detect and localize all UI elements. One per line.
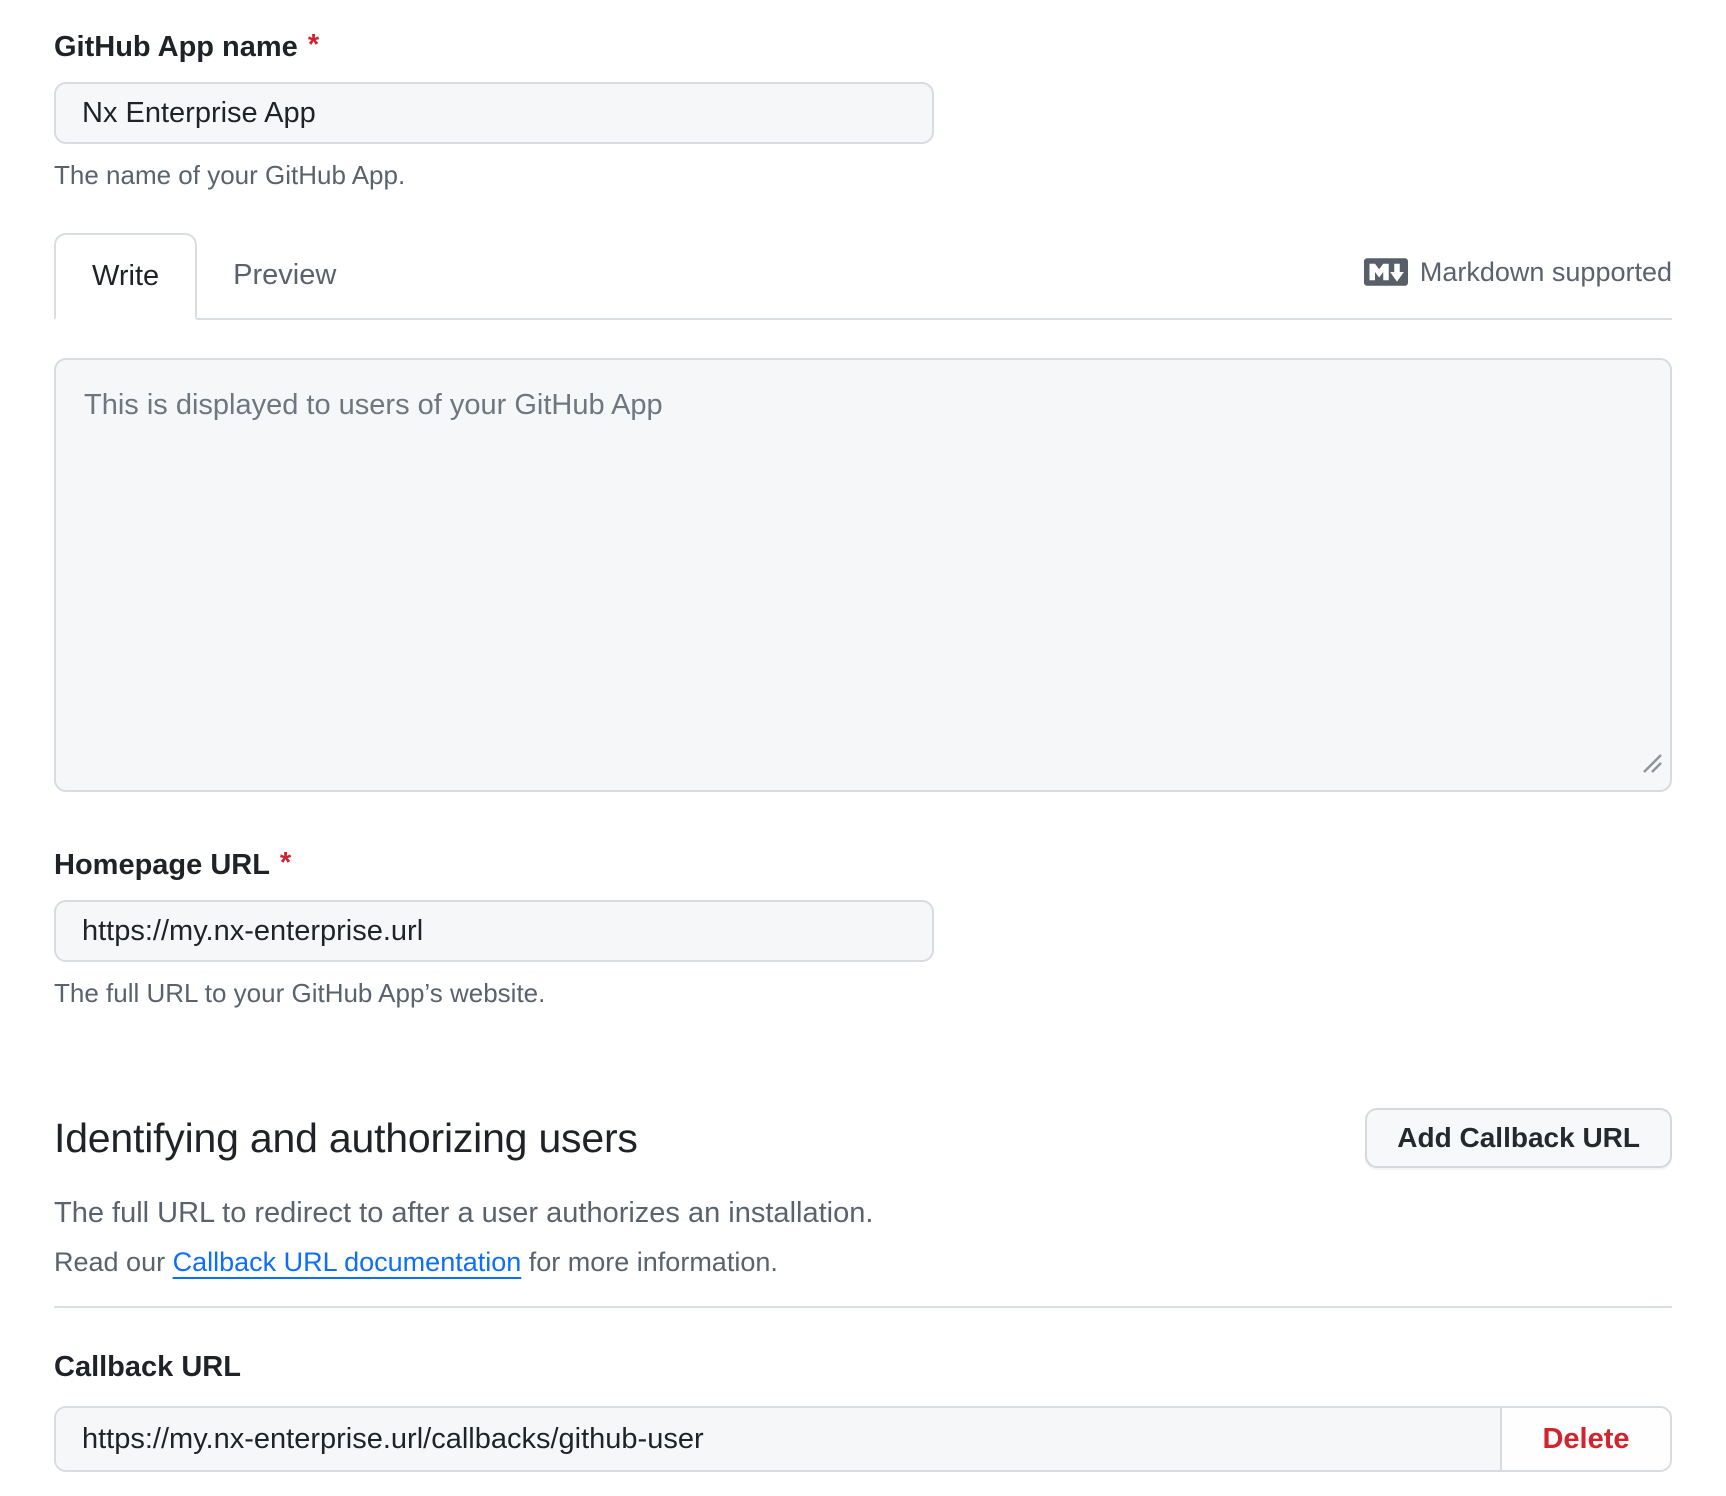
app-name-field: GitHub App name * The name of your GitHu…	[54, 30, 1672, 190]
section-divider	[54, 1306, 1672, 1308]
homepage-url-label: Homepage URL *	[54, 848, 1672, 882]
authorization-description: The full URL to redirect to after a user…	[54, 1196, 1672, 1230]
required-asterisk: *	[308, 30, 319, 60]
homepage-url-help: The full URL to your GitHub App’s websit…	[54, 978, 1672, 1008]
homepage-url-label-text: Homepage URL	[54, 848, 270, 882]
editor-tabs: Write Preview	[54, 233, 372, 318]
delete-callback-url-button[interactable]: Delete	[1502, 1408, 1670, 1470]
callback-docs-line: Read our Callback URL documentation for …	[54, 1246, 1672, 1278]
callback-url-label: Callback URL	[54, 1350, 1672, 1384]
markdown-supported-label: Markdown supported	[1420, 257, 1672, 288]
tab-write[interactable]: Write	[54, 233, 197, 320]
markdown-icon	[1364, 250, 1408, 294]
docs-line-suffix: for more information.	[521, 1247, 778, 1277]
callback-url-row: Delete	[54, 1406, 1672, 1472]
resize-handle-icon[interactable]	[1640, 751, 1664, 780]
section-title: Identifying and authorizing users	[54, 1113, 638, 1163]
docs-line-prefix: Read our	[54, 1247, 173, 1277]
description-editor-tabbar: Write Preview Markdown supported	[54, 235, 1672, 320]
authorization-section-header: Identifying and authorizing users Add Ca…	[54, 1108, 1672, 1168]
homepage-url-field: Homepage URL * The full URL to your GitH…	[54, 848, 1672, 1008]
app-name-label: GitHub App name *	[54, 30, 1672, 64]
callback-url-input[interactable]	[56, 1408, 1502, 1470]
callback-url-label-text: Callback URL	[54, 1350, 241, 1384]
app-name-input[interactable]	[54, 82, 934, 144]
add-callback-url-button[interactable]: Add Callback URL	[1365, 1108, 1672, 1168]
required-asterisk: *	[280, 848, 291, 878]
github-app-settings-form: GitHub App name * The name of your GitHu…	[0, 0, 1726, 1472]
callback-docs-link[interactable]: Callback URL documentation	[173, 1247, 522, 1277]
markdown-supported-note: Markdown supported	[1364, 250, 1672, 318]
app-name-label-text: GitHub App name	[54, 30, 298, 64]
tab-preview[interactable]: Preview	[197, 233, 372, 318]
homepage-url-input[interactable]	[54, 900, 934, 962]
description-textarea[interactable]	[54, 358, 1672, 792]
app-name-help: The name of your GitHub App.	[54, 160, 1672, 190]
description-editor	[54, 358, 1672, 792]
